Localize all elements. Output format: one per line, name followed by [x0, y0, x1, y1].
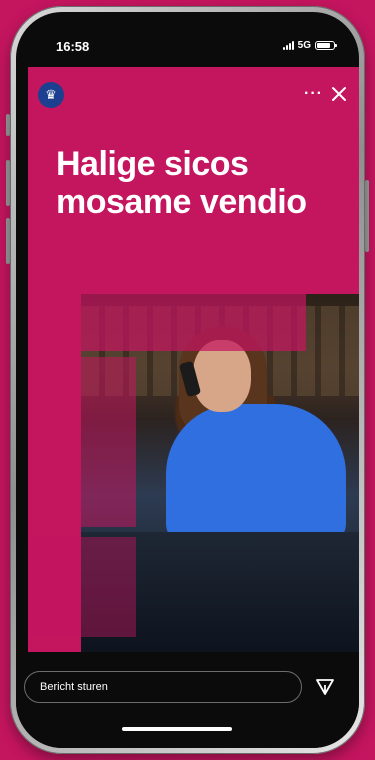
headline-line-2: mosame vendio — [56, 183, 307, 221]
pink-overlay-band — [81, 294, 306, 351]
power-button — [365, 180, 369, 252]
status-time: 16:58 — [56, 39, 90, 54]
close-icon[interactable] — [325, 80, 353, 108]
status-bar: 16:58 5G — [16, 12, 359, 64]
home-indicator[interactable] — [122, 727, 232, 731]
send-icon[interactable] — [314, 676, 336, 698]
network-label: 5G — [297, 40, 311, 51]
pink-overlay-lower — [28, 537, 136, 637]
headline-line-1: Halige sicos — [56, 145, 249, 183]
battery-icon — [315, 41, 337, 50]
message-input[interactable]: Bericht sturen — [24, 671, 302, 703]
story-headline: Halige sicos mosame vendio — [56, 145, 326, 221]
person-shirt — [166, 404, 346, 544]
status-indicators: 5G — [282, 40, 337, 51]
signal-icon — [282, 41, 294, 50]
phone-frame: 16:58 5G ♛ ··· Halige sicos mosame vendi… — [10, 6, 365, 754]
screen: 16:58 5G ♛ ··· Halige sicos mosame vendi… — [16, 12, 359, 748]
more-dots-icon[interactable]: ··· — [304, 85, 323, 103]
crest-logo-icon[interactable]: ♛ — [38, 82, 64, 108]
pink-overlay-flag — [81, 357, 136, 527]
story-viewer[interactable]: ♛ ··· Halige sicos mosame vendio — [28, 67, 359, 662]
